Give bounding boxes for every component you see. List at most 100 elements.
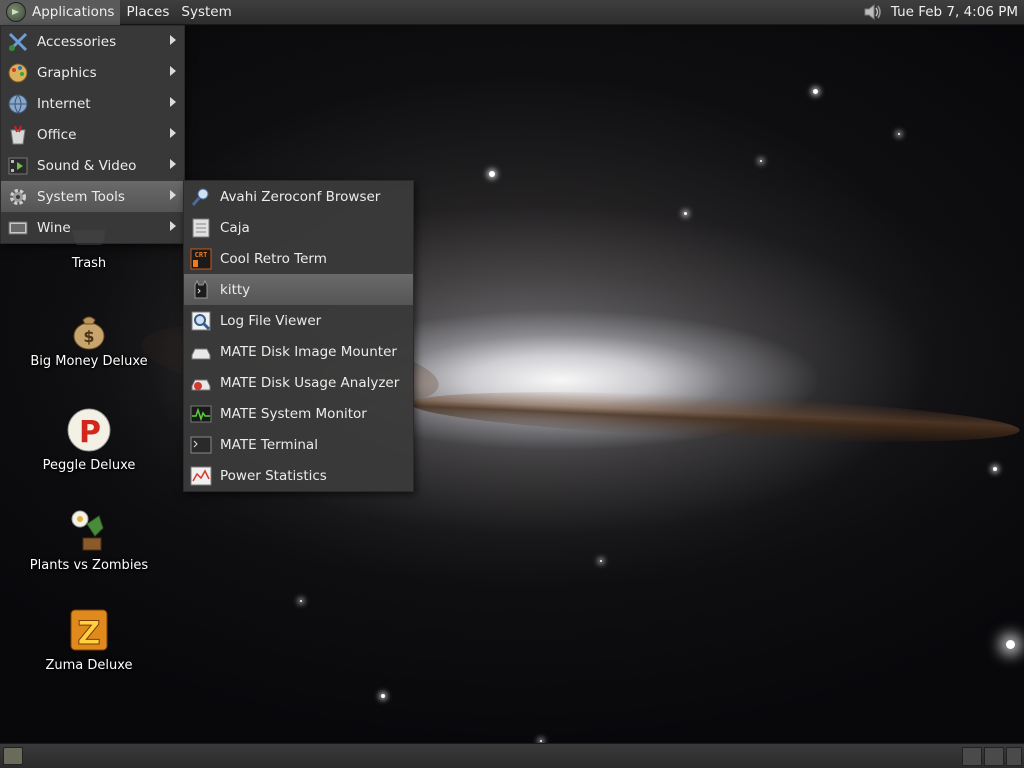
- crt-terminal-icon: CRT: [190, 248, 212, 270]
- menu-item-label: MATE Disk Usage Analyzer: [220, 374, 400, 391]
- menu-item-label: Log File Viewer: [220, 312, 322, 329]
- menu-item-caja[interactable]: Caja: [184, 212, 413, 243]
- system-menu-label: System: [181, 4, 232, 20]
- panel-tray: Tue Feb 7, 4:06 PM: [861, 0, 1024, 25]
- star: [898, 133, 900, 135]
- star: [684, 212, 687, 215]
- desktop-icon-zuma[interactable]: Z Zuma Deluxe: [29, 606, 149, 673]
- menu-item-label: MATE Terminal: [220, 436, 318, 453]
- gear-icon: [7, 186, 29, 208]
- internet-globe-icon: [7, 93, 29, 115]
- menu-item-label: Sound & Video: [37, 157, 137, 174]
- svg-text:CRT: CRT: [195, 251, 208, 259]
- workspace-switcher-3[interactable]: [1006, 747, 1022, 766]
- power-stats-icon: [190, 465, 212, 487]
- terminal-icon: [190, 434, 212, 456]
- menu-item-label: Power Statistics: [220, 467, 327, 484]
- panel-menubar: Applications Places System: [0, 0, 238, 25]
- menu-item-disk-image-mounter[interactable]: MATE Disk Image Mounter: [184, 336, 413, 367]
- submenu-arrow-icon: [170, 128, 176, 138]
- places-menu-label: Places: [126, 4, 170, 20]
- submenu-arrow-icon: [170, 97, 176, 107]
- sound-video-icon: [7, 155, 29, 177]
- desktop-icon-label: Zuma Deluxe: [45, 658, 133, 673]
- menu-item-mate-terminal[interactable]: MATE Terminal: [184, 429, 413, 460]
- system-monitor-icon: [190, 403, 212, 425]
- menu-item-internet[interactable]: Internet: [1, 88, 184, 119]
- menu-item-log-file-viewer[interactable]: Log File Viewer: [184, 305, 413, 336]
- applications-menu[interactable]: Applications: [0, 0, 121, 25]
- zuma-icon: Z: [65, 606, 113, 654]
- accessories-icon: [7, 31, 29, 53]
- star: [489, 171, 495, 177]
- graphics-icon: [7, 62, 29, 84]
- menu-item-disk-usage-analyzer[interactable]: MATE Disk Usage Analyzer: [184, 367, 413, 398]
- menu-item-label: MATE System Monitor: [220, 405, 367, 422]
- menu-item-label: kitty: [220, 281, 251, 298]
- menu-item-cool-retro-term[interactable]: CRT Cool Retro Term: [184, 243, 413, 274]
- desktop-icon-pvz[interactable]: Plants vs Zombies: [29, 506, 149, 573]
- menu-item-label: Accessories: [37, 33, 117, 50]
- menu-item-kitty[interactable]: kitty: [184, 274, 413, 305]
- star: [760, 160, 762, 162]
- menu-item-avahi[interactable]: Avahi Zeroconf Browser: [184, 181, 413, 212]
- wine-icon: [7, 217, 29, 239]
- menu-item-label: System Tools: [37, 188, 125, 205]
- star: [993, 467, 997, 471]
- menu-item-graphics[interactable]: Graphics: [1, 57, 184, 88]
- submenu-arrow-icon: [170, 159, 176, 169]
- menu-item-label: Internet: [37, 95, 91, 112]
- svg-text:P: P: [79, 415, 101, 450]
- money-bag-icon: $: [65, 310, 113, 350]
- desktop-icon-big-money[interactable]: $ Big Money Deluxe: [29, 310, 149, 369]
- file-manager-icon: [190, 217, 212, 239]
- menu-item-label: Graphics: [37, 64, 97, 81]
- star: [540, 740, 542, 742]
- workspace-switcher-1[interactable]: [962, 747, 982, 766]
- show-desktop-button[interactable]: [3, 747, 23, 765]
- menu-item-label: Office: [37, 126, 77, 143]
- menu-item-sound-video[interactable]: Sound & Video: [1, 150, 184, 181]
- submenu-arrow-icon: [170, 66, 176, 76]
- menu-item-label: MATE Disk Image Mounter: [220, 343, 397, 360]
- menu-item-power-statistics[interactable]: Power Statistics: [184, 460, 413, 491]
- star: [1006, 640, 1015, 649]
- disk-image-icon: [190, 341, 212, 363]
- system-tools-submenu: Avahi Zeroconf Browser Caja CRT Cool Ret…: [183, 180, 414, 492]
- star: [300, 600, 302, 602]
- speaker-icon[interactable]: [861, 1, 885, 23]
- workspace-switcher-2[interactable]: [984, 747, 1004, 766]
- places-menu[interactable]: Places: [120, 0, 175, 25]
- plants-vs-zombies-icon: [65, 506, 113, 554]
- applications-dropdown: Accessories Graphics Internet Office Sou…: [0, 25, 185, 244]
- star: [381, 694, 385, 698]
- clock[interactable]: Tue Feb 7, 4:06 PM: [891, 4, 1018, 20]
- desktop-icon-peggle[interactable]: P Peggle Deluxe: [29, 406, 149, 473]
- menu-item-label: Caja: [220, 219, 250, 236]
- system-menu[interactable]: System: [175, 0, 237, 25]
- menu-item-system-tools[interactable]: System Tools: [1, 181, 184, 212]
- svg-text:Z: Z: [77, 614, 100, 652]
- top-panel: Applications Places System Tue Feb 7, 4:…: [0, 0, 1024, 25]
- avahi-icon: [190, 186, 212, 208]
- magnifier-icon: [190, 310, 212, 332]
- submenu-arrow-icon: [170, 35, 176, 45]
- applications-menu-label: Applications: [32, 4, 115, 20]
- office-icon: [7, 124, 29, 146]
- menu-item-wine[interactable]: Wine: [1, 212, 184, 243]
- bottom-panel: [0, 743, 1024, 768]
- menu-item-label: Wine: [37, 219, 71, 236]
- menu-item-label: Cool Retro Term: [220, 250, 327, 267]
- menu-item-system-monitor[interactable]: MATE System Monitor: [184, 398, 413, 429]
- submenu-arrow-icon: [170, 190, 176, 200]
- menu-item-office[interactable]: Office: [1, 119, 184, 150]
- menu-item-accessories[interactable]: Accessories: [1, 26, 184, 57]
- galaxy-dust-lane: [409, 382, 1021, 452]
- desktop-icon-label: Trash: [71, 256, 107, 271]
- star: [600, 560, 602, 562]
- peggle-icon: P: [65, 406, 113, 454]
- svg-text:$: $: [83, 327, 94, 346]
- menu-item-label: Avahi Zeroconf Browser: [220, 188, 381, 205]
- kitty-terminal-icon: [190, 279, 212, 301]
- submenu-arrow-icon: [170, 221, 176, 231]
